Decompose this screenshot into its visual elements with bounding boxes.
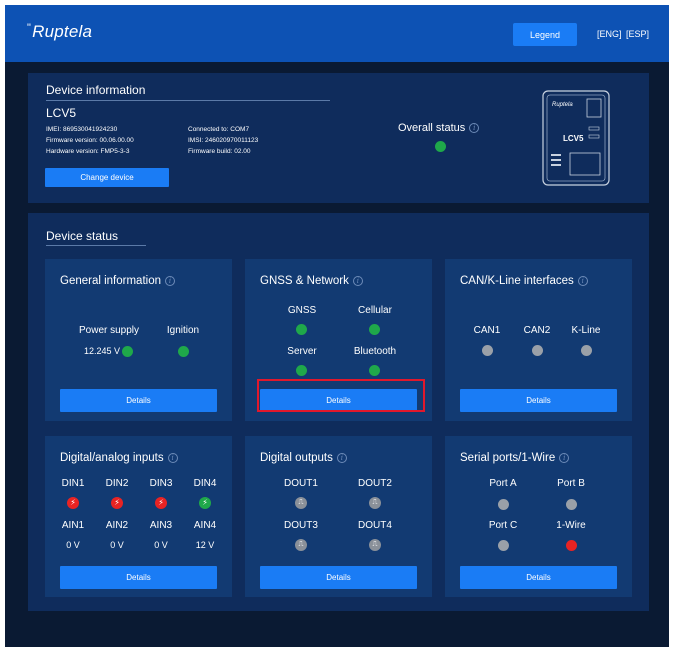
language-eng-link[interactable]: [ENG] [597, 29, 622, 39]
power-supply-label: Power supply [78, 325, 140, 336]
can1-indicator [482, 345, 493, 356]
ignition-label: Ignition [166, 325, 200, 336]
dout1-pulse-icon: ⎍ [295, 497, 307, 509]
ain1-value: 0 V [66, 540, 80, 550]
dout3-label: DOUT3 [284, 520, 318, 531]
device-name: LCV5 [46, 106, 77, 120]
device-image-model: LCV5 [563, 134, 584, 143]
overall-status-label: Overall status i [398, 122, 480, 134]
connected-port-text: Connected to: COM7 [188, 126, 250, 133]
device-image-brand: Ruptela [552, 102, 573, 108]
ruptela-logo: "Ruptela [27, 22, 93, 41]
port-c-label: Port C [488, 520, 518, 531]
gnss-label: GNSS [287, 305, 317, 316]
top-bar: "Ruptela Legend [ENG] [ESP] [5, 5, 669, 62]
ain4-label: AIN4 [193, 520, 217, 531]
din3-label: DIN3 [149, 478, 173, 489]
card-title: Serial ports/1-Wire i [460, 452, 570, 464]
cellular-label: Cellular [358, 305, 392, 316]
general-information-card: General information i Power supply 12.245… [45, 259, 232, 421]
din4-lightning-icon: ⚡ [199, 497, 211, 509]
can2-label: CAN2 [523, 325, 551, 336]
app-window: "Ruptela Legend [ENG] [ESP] Device infor… [5, 5, 669, 647]
inputs-details-button[interactable]: Details [60, 566, 217, 589]
can-details-button[interactable]: Details [460, 389, 617, 412]
card-title: GNSS & Network i [260, 275, 363, 287]
ain1-label: AIN1 [61, 520, 85, 531]
din1-lightning-icon: ⚡ [67, 497, 79, 509]
legend-button[interactable]: Legend [513, 23, 577, 46]
card-title: Digital outputs i [260, 452, 347, 464]
power-supply-indicator [122, 346, 133, 357]
can-kline-card: CAN/K-Line interfaces i CAN1 CAN2 K-Line … [445, 259, 632, 421]
dout4-pulse-icon: ⎍ [369, 539, 381, 551]
dout3-pulse-icon: ⎍ [295, 539, 307, 551]
device-image: Ruptela LCV5 [542, 90, 610, 186]
title-divider [46, 100, 330, 101]
title-divider [46, 245, 146, 246]
imsi-text: IMSI: 246020970011123 [188, 137, 259, 144]
general-details-button[interactable]: Details [60, 389, 217, 412]
card-title: General information i [60, 275, 175, 287]
server-label: Server [287, 346, 317, 357]
cellular-indicator [369, 324, 380, 335]
one-wire-label: 1-Wire [556, 520, 586, 531]
port-b-label: Port B [557, 478, 585, 489]
info-icon[interactable]: i [469, 123, 480, 134]
ain3-label: AIN3 [149, 520, 173, 531]
digital-outputs-card: Digital outputs i DOUT1 DOUT2 ⎍ ⎍ DOUT3 D… [245, 436, 432, 597]
din2-lightning-icon: ⚡ [111, 497, 123, 509]
din1-label: DIN1 [61, 478, 85, 489]
bluetooth-indicator [369, 365, 380, 376]
info-icon[interactable]: i [336, 452, 347, 463]
din4-label: DIN4 [193, 478, 217, 489]
firmware-version-text: Firmware version: 00.06.00.00 [46, 137, 134, 144]
can2-indicator [532, 345, 543, 356]
language-esp-link[interactable]: [ESP] [626, 29, 649, 39]
ain4-value: 12 V [195, 540, 215, 550]
imei-text: IMEI: 869530041924230 [46, 126, 118, 133]
card-title: CAN/K-Line interfaces i [460, 275, 588, 287]
gnss-indicator [296, 324, 307, 335]
serial-ports-card: Serial ports/1-Wire i Port A Port B Port … [445, 436, 632, 597]
din2-label: DIN2 [105, 478, 129, 489]
device-information-title: Device information [46, 83, 146, 97]
info-icon[interactable]: i [577, 275, 588, 286]
server-indicator [296, 365, 307, 376]
dout2-label: DOUT2 [358, 478, 392, 489]
ain3-value: 0 V [154, 540, 168, 550]
change-device-button[interactable]: Change device [45, 168, 169, 187]
dout4-label: DOUT4 [358, 520, 392, 531]
firmware-build-text: Firmware build: 02.00 [188, 148, 251, 155]
dout1-label: DOUT1 [284, 478, 318, 489]
ignition-indicator [178, 346, 189, 357]
card-title: Digital/analog inputs i [60, 452, 178, 464]
ain2-label: AIN2 [105, 520, 129, 531]
highlight-box [257, 379, 425, 412]
din3-lightning-icon: ⚡ [155, 497, 167, 509]
one-wire-indicator [566, 540, 577, 551]
port-b-indicator [566, 499, 577, 510]
can1-label: CAN1 [473, 325, 501, 336]
info-icon[interactable]: i [165, 275, 175, 286]
dout2-pulse-icon: ⎍ [369, 497, 381, 509]
port-a-indicator [498, 499, 509, 510]
power-supply-value: 12.245 V [83, 346, 121, 356]
kline-indicator [581, 345, 592, 356]
device-status-title: Device status [46, 229, 119, 243]
bluetooth-label: Bluetooth [353, 346, 397, 357]
port-c-indicator [498, 540, 509, 551]
ain2-value: 0 V [110, 540, 124, 550]
outputs-details-button[interactable]: Details [260, 566, 417, 589]
overall-status-indicator [435, 141, 446, 152]
digital-analog-inputs-card: Digital/analog inputs i DIN1 DIN2 DIN3 DI… [45, 436, 232, 597]
port-a-label: Port A [489, 478, 517, 489]
info-icon[interactable]: i [167, 452, 178, 463]
info-icon[interactable]: i [352, 275, 363, 286]
info-icon[interactable]: i [559, 452, 570, 463]
serial-details-button[interactable]: Details [460, 566, 617, 589]
kline-label: K-Line [571, 325, 601, 336]
hardware-version-text: Hardware version: FMP5-3-3 [46, 148, 130, 155]
